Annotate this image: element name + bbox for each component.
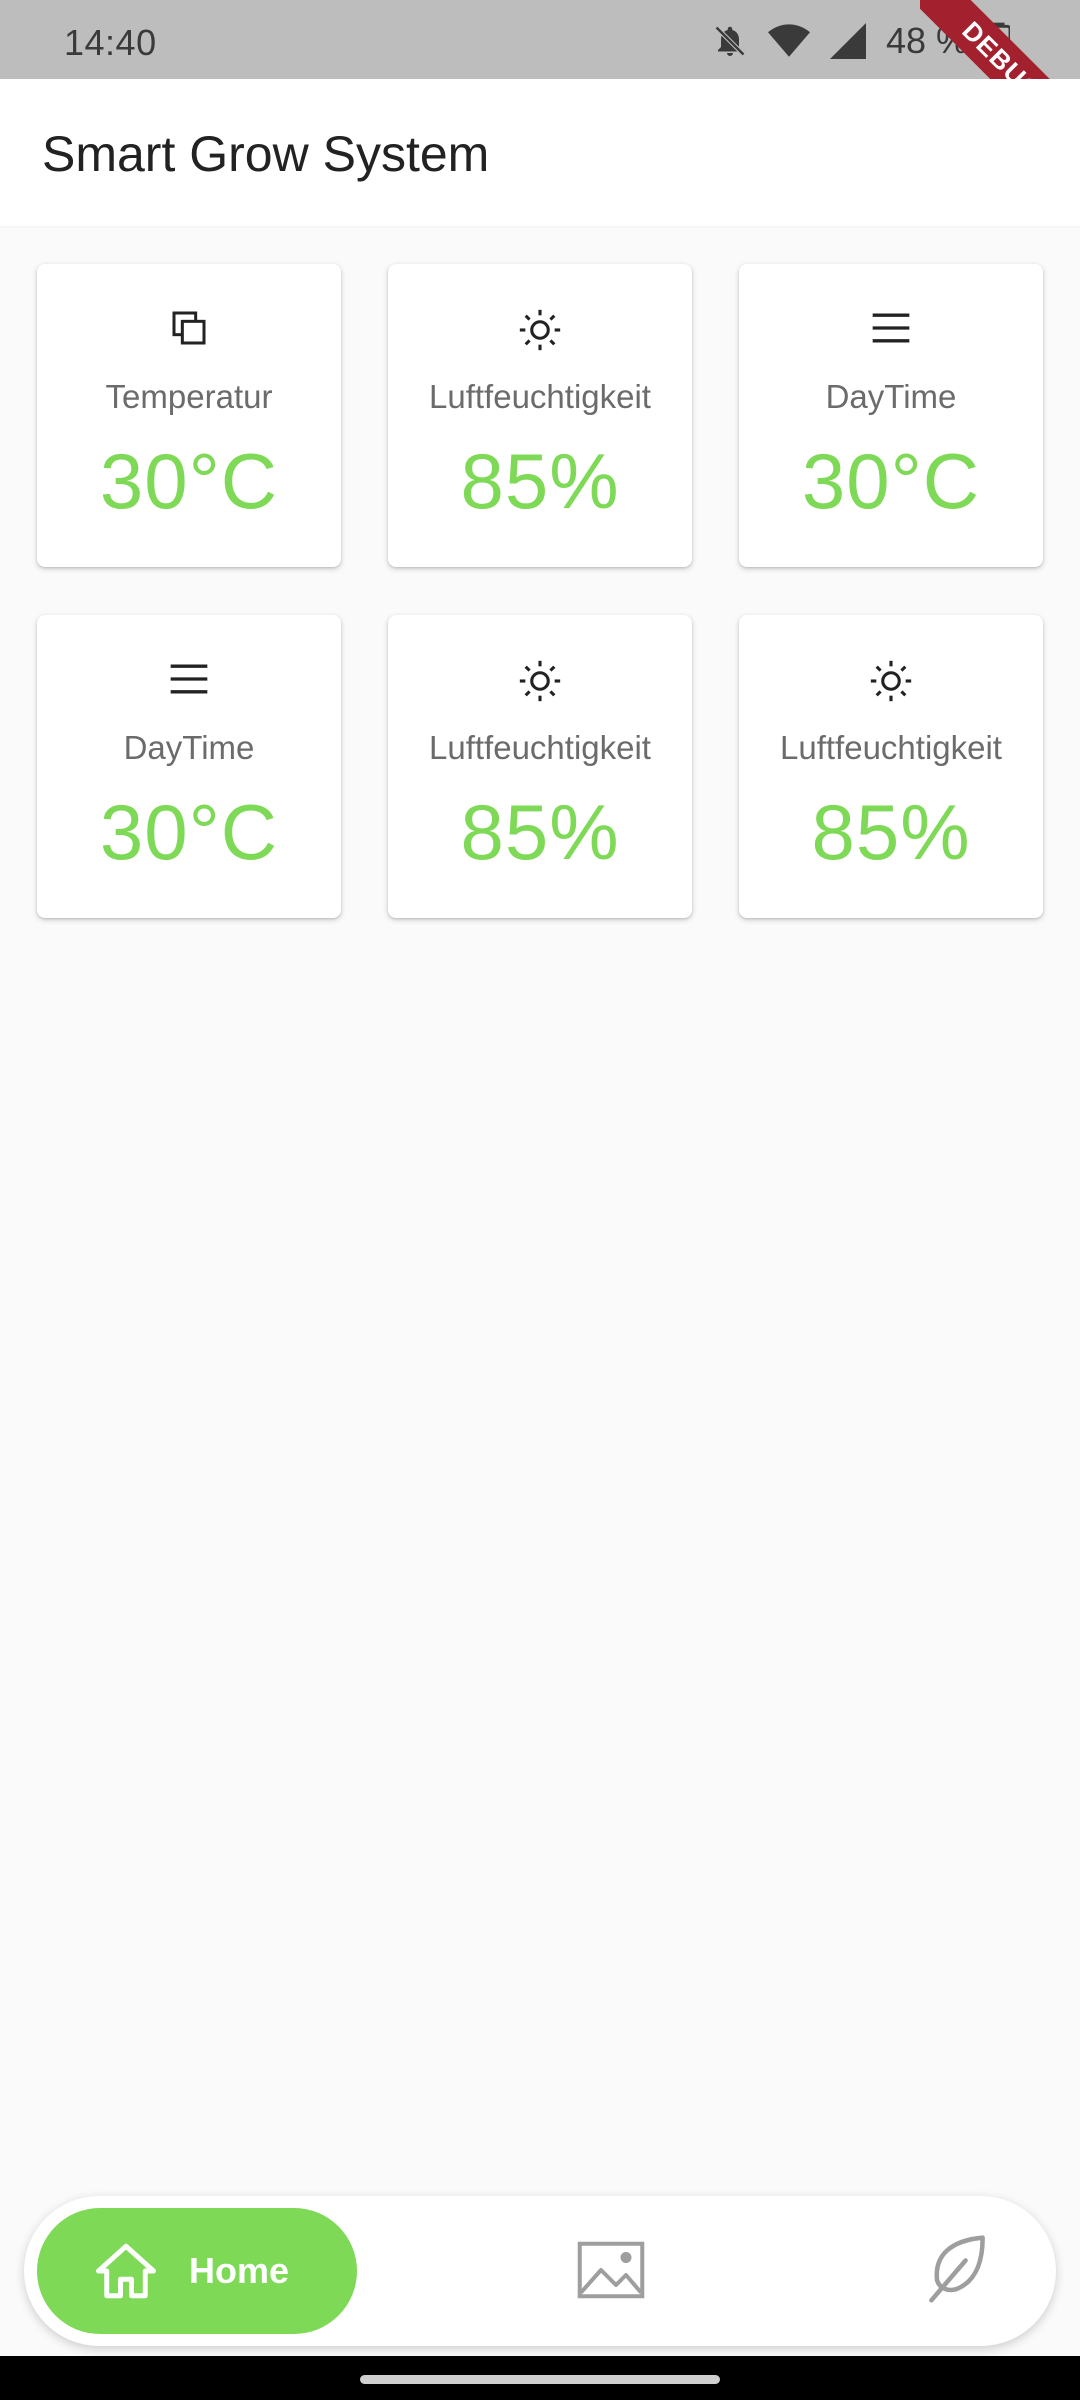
image-icon — [577, 2241, 645, 2299]
card-value: 30°C — [801, 437, 981, 525]
menu-icon — [37, 659, 341, 707]
nav-home-label: Home — [189, 2250, 290, 2291]
card-label: Luftfeuchtigkeit — [429, 729, 651, 766]
status-bar: 14:40 48 % — [0, 0, 1080, 79]
notifications-off-icon — [712, 21, 748, 61]
wifi-icon — [767, 23, 810, 59]
card-label: DayTime — [123, 729, 255, 766]
sensor-card-daytime[interactable]: DayTime 30°C — [739, 264, 1043, 567]
card-value: 85% — [460, 788, 620, 876]
card-label: DayTime — [825, 378, 957, 415]
home-icon — [96, 2243, 156, 2299]
page-title: Smart Grow System — [42, 126, 490, 182]
sensor-card-luftfeuchtigkeit[interactable]: Luftfeuchtigkeit 85% — [388, 264, 692, 567]
leaf-icon — [929, 2235, 985, 2303]
card-value: 85% — [460, 437, 620, 525]
app-bar: Smart Grow System — [0, 79, 1080, 226]
signal-icon — [829, 23, 866, 59]
card-label: Luftfeuchtigkeit — [429, 378, 651, 415]
sensor-card-temperatur[interactable]: Temperatur 30°C — [37, 264, 341, 567]
status-icons: 48 % — [712, 20, 1010, 62]
sun-icon — [388, 308, 692, 356]
nav-gallery-button[interactable] — [576, 2240, 646, 2300]
battery-icon — [988, 22, 1010, 60]
nav-plant-button[interactable] — [922, 2232, 992, 2306]
sensor-grid: Temperatur 30°C Luftfeuchtigkeit 85% Day… — [37, 264, 1043, 918]
sun-icon — [388, 659, 692, 707]
battery-percent: 48 % — [885, 20, 968, 61]
status-time: 14:40 — [64, 22, 157, 63]
card-value: 30°C — [99, 437, 279, 525]
sensor-card-luftfeuchtigkeit[interactable]: Luftfeuchtigkeit 85% — [388, 615, 692, 918]
card-label: Temperatur — [105, 378, 273, 415]
card-label: Luftfeuchtigkeit — [780, 729, 1002, 766]
card-value: 85% — [811, 788, 971, 876]
gesture-handle[interactable] — [360, 2375, 720, 2384]
sensor-card-daytime[interactable]: DayTime 30°C — [37, 615, 341, 918]
copy-icon — [37, 308, 341, 356]
menu-icon — [739, 308, 1043, 356]
sensor-card-luftfeuchtigkeit[interactable]: Luftfeuchtigkeit 85% — [739, 615, 1043, 918]
nav-home-button[interactable]: Home — [37, 2208, 357, 2334]
bottom-navigation: Home — [24, 2196, 1056, 2346]
card-value: 30°C — [99, 788, 279, 876]
sun-icon — [739, 659, 1043, 707]
